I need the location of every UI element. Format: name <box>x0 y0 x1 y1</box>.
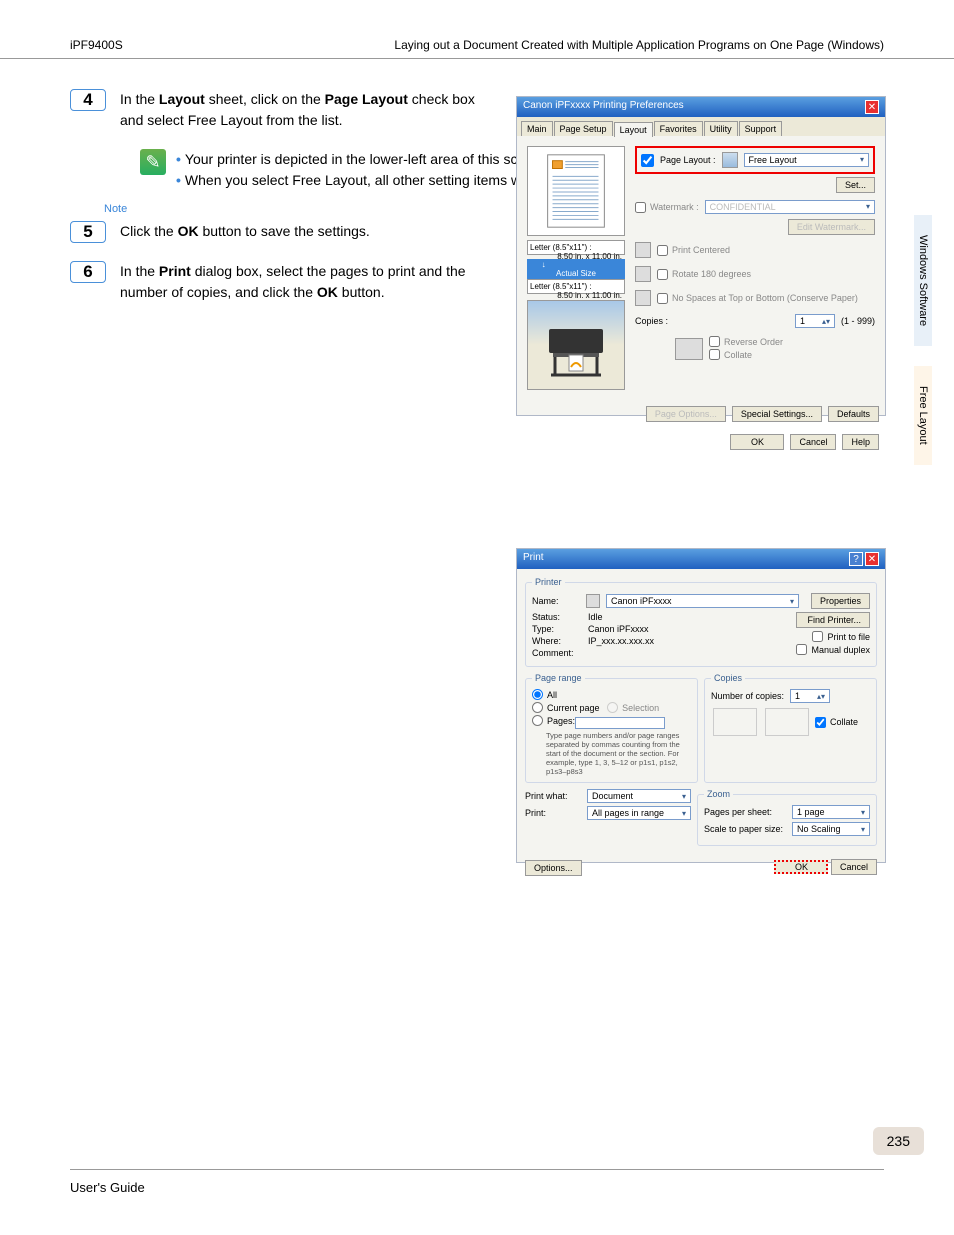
find-printer-button[interactable]: Find Printer... <box>796 612 870 628</box>
sidebar-tab-windows-software[interactable]: Windows Software <box>914 215 932 346</box>
print-ok-button[interactable]: OK <box>774 860 828 874</box>
paper-info-1: Letter (8.5"x11") :8.50 in. x 11.00 in. <box>527 240 625 255</box>
defaults-button[interactable]: Defaults <box>828 406 879 422</box>
properties-button[interactable]: Properties <box>811 593 870 609</box>
set-button[interactable]: Set... <box>836 177 875 193</box>
selection-radio <box>607 702 618 713</box>
all-radio[interactable] <box>532 689 543 700</box>
print-dialog: Print ?✕ Printer Name: Canon iPFxxxx▾ Pr… <box>516 548 886 863</box>
tab-favorites[interactable]: Favorites <box>654 121 703 136</box>
collate-icon <box>675 338 703 360</box>
special-settings-button[interactable]: Special Settings... <box>732 406 822 422</box>
page-layout-label: Page Layout : <box>660 155 716 165</box>
options-button[interactable]: Options... <box>525 860 582 876</box>
printer-legend: Printer <box>532 577 565 587</box>
page-layout-combo[interactable]: Free Layout▾ <box>744 153 869 167</box>
conserve-icon <box>635 290 651 306</box>
collate-checkbox-print[interactable] <box>815 717 826 728</box>
printer-icon <box>586 594 600 608</box>
tab-support[interactable]: Support <box>739 121 783 136</box>
collate-preview-icon <box>765 708 809 736</box>
name-label: Name: <box>532 596 580 606</box>
page-options-button[interactable]: Page Options... <box>646 406 726 422</box>
step-4-text: In the Layout sheet, click on the Page L… <box>120 89 500 131</box>
prefs-title: Canon iPFxxxx Printing Preferences <box>523 100 684 114</box>
page-number: 235 <box>873 1127 924 1155</box>
pages-hint: Type page numbers and/or page ranges sep… <box>546 731 691 776</box>
sidebar-tab-free-layout[interactable]: Free Layout <box>914 366 932 465</box>
watermark-combo[interactable]: CONFIDENTIAL▾ <box>705 200 875 214</box>
pages-per-sheet-combo[interactable]: 1 page▾ <box>792 805 870 819</box>
watermark-checkbox[interactable] <box>635 202 646 213</box>
rotate-icon <box>635 266 651 282</box>
note-icon: ✎ <box>140 149 166 175</box>
printing-preferences-dialog: Canon iPFxxxx Printing Preferences ✕ Mai… <box>516 96 886 416</box>
printer-name-combo[interactable]: Canon iPFxxxx▾ <box>606 594 799 608</box>
tab-layout[interactable]: Layout <box>614 122 653 137</box>
prefs-ok-button[interactable]: OK <box>730 434 784 450</box>
collate-checkbox[interactable] <box>709 349 720 360</box>
printer-image <box>527 300 625 390</box>
prefs-cancel-button[interactable]: Cancel <box>790 434 836 450</box>
paper-info-2: Letter (8.5"x11") :8.50 in. x 11.00 in. <box>527 279 625 294</box>
help-icon[interactable]: ? <box>849 552 863 566</box>
manual-duplex-checkbox[interactable] <box>796 644 807 655</box>
print-cancel-button[interactable]: Cancel <box>831 859 877 875</box>
reverse-order-checkbox[interactable] <box>709 336 720 347</box>
zoom-legend: Zoom <box>704 789 733 799</box>
pages-input[interactable] <box>575 717 665 729</box>
note-label: Note <box>104 203 127 215</box>
tab-page-setup[interactable]: Page Setup <box>554 121 613 136</box>
tab-main[interactable]: Main <box>521 121 553 136</box>
free-layout-icon <box>722 152 738 168</box>
print-what-combo[interactable]: Document▾ <box>587 789 691 803</box>
page-layout-checkbox[interactable] <box>641 154 654 167</box>
print-centered-checkbox[interactable] <box>657 245 668 256</box>
print-to-file-checkbox[interactable] <box>812 631 823 642</box>
centered-icon <box>635 242 651 258</box>
print-range-combo[interactable]: All pages in range▾ <box>587 806 691 820</box>
step-number-6: 6 <box>70 261 106 283</box>
pages-radio[interactable] <box>532 715 543 726</box>
step-number-4: 4 <box>70 89 106 111</box>
header-model: iPF9400S <box>70 38 123 52</box>
copies-label: Copies : <box>635 316 668 326</box>
no-spaces-checkbox[interactable] <box>657 293 668 304</box>
copies-range: (1 - 999) <box>841 316 875 326</box>
scale-to-size-combo[interactable]: No Scaling▾ <box>792 822 870 836</box>
step-6-text: In the Print dialog box, select the page… <box>120 261 500 303</box>
prefs-help-button[interactable]: Help <box>842 434 879 450</box>
current-page-radio[interactable] <box>532 702 543 713</box>
page-range-legend: Page range <box>532 673 585 683</box>
edit-watermark-button[interactable]: Edit Watermark... <box>788 219 875 235</box>
step-number-5: 5 <box>70 221 106 243</box>
close-icon[interactable]: ✕ <box>865 552 879 566</box>
footer-guide: User's Guide <box>70 1180 145 1195</box>
rotate-180-checkbox[interactable] <box>657 269 668 280</box>
collate-preview-icon <box>713 708 757 736</box>
print-title: Print <box>523 552 544 566</box>
header-title: Laying out a Document Created with Multi… <box>394 38 884 52</box>
close-icon[interactable]: ✕ <box>865 100 879 114</box>
num-copies-spinner[interactable]: 1▴▾ <box>790 689 830 703</box>
tab-utility[interactable]: Utility <box>704 121 738 136</box>
actual-size-label: ↓ Actual Size <box>527 259 625 279</box>
copies-legend: Copies <box>711 673 745 683</box>
layout-preview <box>527 146 625 236</box>
copies-spinner[interactable]: 1▴▾ <box>795 314 835 328</box>
